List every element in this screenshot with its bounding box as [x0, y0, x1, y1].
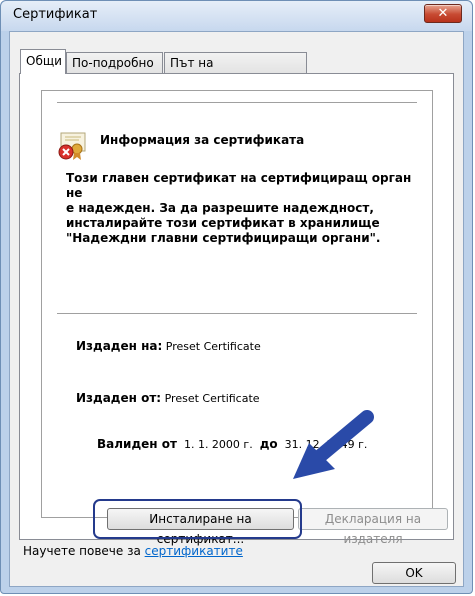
divider — [57, 313, 417, 314]
valid-from-label: Валиден от — [97, 437, 177, 451]
valid-from-value: 1. 1. 2000 г. — [183, 438, 253, 451]
general-tab-panel: Информация за сертификата Този главен се… — [19, 73, 454, 546]
issued-to-value: Preset Certificate — [165, 340, 261, 353]
certificate-error-icon — [58, 132, 86, 160]
issued-by-value: Preset Certificate — [164, 392, 260, 405]
dialog-body: Общи По-подробно Път на сертифициране Ин… — [9, 31, 464, 587]
trust-warning-text: Този главен сертификат на сертифициращ о… — [66, 171, 412, 245]
certificate-info-title: Информация за сертификата — [100, 133, 305, 147]
tab-general[interactable]: Общи — [20, 49, 66, 74]
tab-details[interactable]: По-подробно — [66, 52, 163, 73]
learn-more-text: Научете повече за сертификатите — [23, 544, 243, 558]
install-button-highlight — [93, 499, 302, 539]
issued-to-label: Издаден на: — [76, 339, 163, 353]
valid-to-label: до — [259, 437, 278, 451]
divider — [57, 102, 417, 103]
close-button[interactable]: ✕ — [424, 4, 462, 23]
pointer-arrow-icon — [293, 410, 374, 479]
learn-more-prefix: Научете повече за — [23, 544, 145, 558]
title-bar: Сертификат ✕ — [1, 1, 472, 31]
issuer-statement-button[interactable]: Декларация на издателя — [298, 508, 448, 546]
window-title: Сертификат — [13, 7, 98, 22]
issued-by-row: Издаден от: Preset Certificate — [76, 391, 260, 405]
issued-by-label: Издаден от: — [76, 391, 162, 405]
ok-button[interactable]: OK — [372, 562, 456, 584]
issued-to-row: Издаден на: Preset Certificate — [76, 339, 261, 353]
learn-more-link[interactable]: сертификатите — [145, 544, 243, 558]
certificate-dialog: Сертификат ✕ Общи По-подробно Път на сер… — [0, 0, 473, 594]
tab-certification-path[interactable]: Път на сертифициране — [164, 52, 307, 90]
